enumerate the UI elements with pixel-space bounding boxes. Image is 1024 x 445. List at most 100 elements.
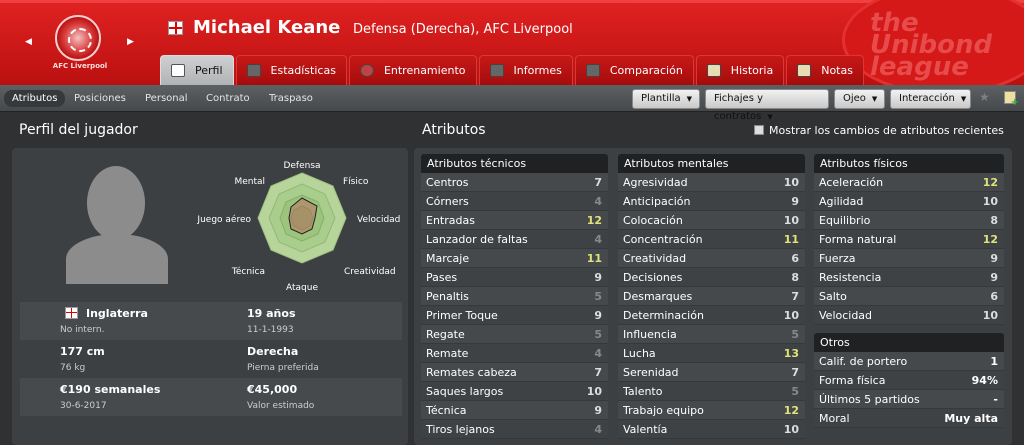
dropdown-label: Fichajes y contratos <box>714 93 764 122</box>
tab-label: Perfil <box>195 64 223 77</box>
next-arrow-icon[interactable]: ▶ <box>127 37 134 47</box>
attribute-row[interactable]: Remate 4 <box>421 344 608 363</box>
recent-changes-checkbox[interactable] <box>754 125 764 135</box>
attribute-row[interactable]: Regate 5 <box>421 325 608 344</box>
league-logo-text: the Unibond league <box>870 10 992 80</box>
chevron-down-icon: ▼ <box>960 95 967 103</box>
attribute-row[interactable]: Anticipación 9 <box>618 192 805 211</box>
interaction-dropdown[interactable]: Interacción ▼ <box>890 89 971 109</box>
attribute-name: Remate <box>426 346 469 360</box>
attribute-value: 7 <box>594 175 602 189</box>
tab-history[interactable]: Historia <box>695 55 785 85</box>
attribute-name: Lanzador de faltas <box>426 232 528 246</box>
attribute-name: Anticipación <box>623 194 691 208</box>
attribute-row[interactable]: Pases 9 <box>421 268 608 287</box>
age: 19 años <box>247 307 296 320</box>
attribute-row[interactable]: Agilidad 10 <box>814 192 1004 211</box>
attributes-panel: Atributos técnicos Centros 7 Córners 4 Entra… <box>414 148 1012 445</box>
attribute-row[interactable]: Técnica 9 <box>421 401 608 420</box>
attribute-row[interactable]: Calif. de portero 1 <box>814 352 1004 371</box>
attribute-row[interactable]: Saques largos 10 <box>421 382 608 401</box>
transfers-dropdown[interactable]: Fichajes y contratos ▼ <box>705 89 829 122</box>
attribute-row[interactable]: Entradas 12 <box>421 211 608 230</box>
tab-stats[interactable]: Estadísticas <box>235 55 347 85</box>
attribute-row[interactable]: Remates cabeza 7 <box>421 363 608 382</box>
attribute-row[interactable]: Forma natural 12 <box>814 230 1004 249</box>
attribute-row[interactable]: Forma física 94% <box>814 371 1004 390</box>
attribute-row[interactable]: Creatividad 6 <box>618 249 805 268</box>
attribute-row[interactable]: Determinación 10 <box>618 306 805 325</box>
attribute-value: 4 <box>594 194 602 208</box>
attribute-row[interactable]: Tiros lejanos 4 <box>421 420 608 439</box>
info-row-contract: €190 semanales 30-6-2017 €45,000 Valor e… <box>20 378 402 416</box>
attribute-row[interactable]: Marcaje 11 <box>421 249 608 268</box>
squad-dropdown[interactable]: Plantilla ▼ <box>632 89 700 109</box>
attribute-row[interactable]: Desmarques 7 <box>618 287 805 306</box>
attribute-row[interactable]: Equilibrio 8 <box>814 211 1004 230</box>
attribute-row[interactable]: Centros 7 <box>421 173 608 192</box>
estimated-value: €45,000 <box>247 383 298 396</box>
tab-training[interactable]: Entrenamiento <box>348 55 477 85</box>
height: 177 cm <box>60 345 105 358</box>
attribute-row[interactable]: Concentración 11 <box>618 230 805 249</box>
subtab-posiciones[interactable]: Posiciones <box>66 90 134 107</box>
attribute-row[interactable]: Colocación 10 <box>618 211 805 230</box>
attribute-radar-chart: Defensa Físico Velocidad Creatividad Ata… <box>196 161 400 293</box>
attribute-row[interactable]: Moral Muy alta <box>814 409 1004 428</box>
comparison-icon <box>585 64 600 77</box>
tab-comparison[interactable]: Comparación <box>574 55 694 85</box>
attribute-row[interactable]: Decisiones 8 <box>618 268 805 287</box>
attribute-name: Últimos 5 partidos <box>819 392 920 406</box>
attribute-value: 5 <box>594 327 602 341</box>
attribute-row[interactable]: Salto 6 <box>814 287 1004 306</box>
attribute-name: Entradas <box>426 213 475 227</box>
attribute-name: Aceleración <box>819 175 884 189</box>
attribute-name: Creatividad <box>623 251 687 265</box>
attribute-value: 9 <box>594 270 602 284</box>
attribute-name: Talento <box>623 384 663 398</box>
subtab-personal[interactable]: Personal <box>137 90 196 107</box>
attribute-row[interactable]: Trabajo equipo 12 <box>618 401 805 420</box>
attribute-value: 10 <box>586 384 602 398</box>
attribute-name: Colocación <box>623 213 683 227</box>
attribute-value: 5 <box>594 289 602 303</box>
attribute-row[interactable]: Velocidad 10 <box>814 306 1004 325</box>
player-position-club: Defensa (Derecha), AFC Liverpool <box>353 22 573 37</box>
prev-arrow-icon[interactable]: ◀ <box>25 37 32 47</box>
attribute-row[interactable]: Aceleración 12 <box>814 173 1004 192</box>
subtab-contrato[interactable]: Contrato <box>198 90 258 107</box>
attribute-row[interactable]: Influencia 5 <box>618 325 805 344</box>
attribute-row[interactable]: Últimos 5 partidos - <box>814 390 1004 409</box>
chevron-down-icon: ▼ <box>686 95 693 103</box>
attribute-row[interactable]: Penaltis 5 <box>421 287 608 306</box>
attribute-value: 4 <box>594 346 602 360</box>
attribute-row[interactable]: Córners 4 <box>421 192 608 211</box>
tab-reports[interactable]: Informes <box>478 55 573 85</box>
attribute-row[interactable]: Agresividad 10 <box>618 173 805 192</box>
tab-notes[interactable]: Notas <box>786 55 864 85</box>
subtab-traspaso[interactable]: Traspaso <box>261 90 321 107</box>
scout-dropdown[interactable]: Ojeo ▼ <box>834 89 885 109</box>
radar-label-defensa: Defensa <box>283 161 320 171</box>
attribute-row[interactable]: Resistencia 9 <box>814 268 1004 287</box>
star-icon[interactable]: ★ <box>979 90 990 104</box>
attribute-row[interactable]: Valentía 10 <box>618 420 805 439</box>
chevron-down-icon: ▼ <box>767 113 773 121</box>
attribute-row[interactable]: Serenidad 7 <box>618 363 805 382</box>
attribute-name: Forma física <box>819 373 886 387</box>
attribute-row[interactable]: Talento 5 <box>618 382 805 401</box>
attribute-row[interactable]: Primer Toque 9 <box>421 306 608 325</box>
attribute-value: 1 <box>990 354 998 368</box>
subtab-atributos[interactable]: Atributos <box>4 90 66 107</box>
attribute-row[interactable]: Lucha 13 <box>618 344 805 363</box>
attribute-value: 12 <box>982 175 998 189</box>
club-badge-icon[interactable] <box>55 15 101 61</box>
mental-title: Atributos mentales <box>618 154 805 173</box>
attribute-value: 12 <box>586 213 602 227</box>
attribute-row[interactable]: Lanzador de faltas 4 <box>421 230 608 249</box>
attribute-row[interactable]: Fuerza 9 <box>814 249 1004 268</box>
attribute-name: Calif. de portero <box>819 354 908 368</box>
tab-profile[interactable]: Perfil <box>160 55 234 85</box>
add-note-icon[interactable] <box>1004 91 1019 108</box>
attribute-name: Salto <box>819 289 847 303</box>
